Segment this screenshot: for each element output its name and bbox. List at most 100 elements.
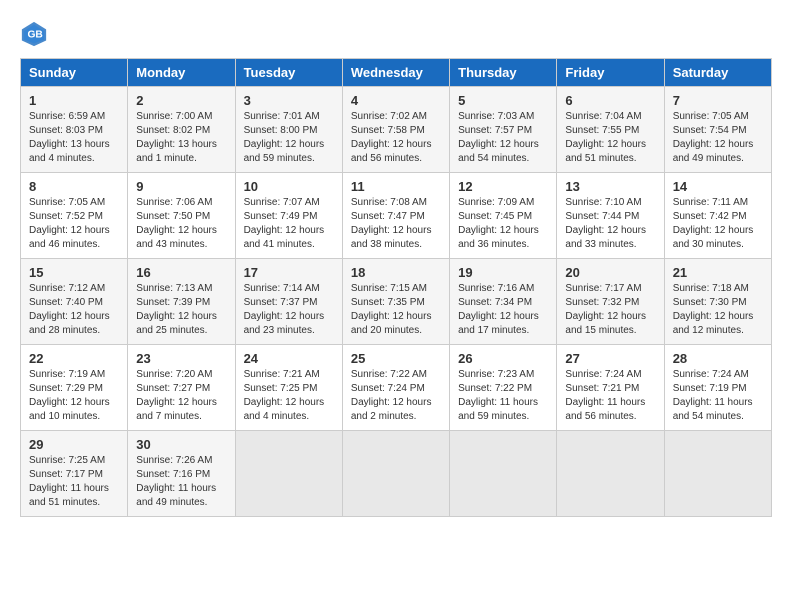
- day-number: 18: [351, 265, 441, 280]
- calendar-cell: 3 Sunrise: 7:01 AM Sunset: 8:00 PM Dayli…: [235, 87, 342, 173]
- day-number: 2: [136, 93, 226, 108]
- calendar-cell: [235, 431, 342, 517]
- column-header-thursday: Thursday: [450, 59, 557, 87]
- day-number: 24: [244, 351, 334, 366]
- calendar-cell: [342, 431, 449, 517]
- day-info: Sunrise: 7:15 AM Sunset: 7:35 PM Dayligh…: [351, 282, 441, 338]
- day-info: Sunrise: 7:26 AM Sunset: 7:16 PM Dayligh…: [136, 454, 226, 510]
- day-number: 16: [136, 265, 226, 280]
- calendar-cell: 30 Sunrise: 7:26 AM Sunset: 7:16 PM Dayl…: [128, 431, 235, 517]
- calendar-header-row: SundayMondayTuesdayWednesdayThursdayFrid…: [21, 59, 772, 87]
- day-info: Sunrise: 7:07 AM Sunset: 7:49 PM Dayligh…: [244, 196, 334, 252]
- calendar-cell: 25 Sunrise: 7:22 AM Sunset: 7:24 PM Dayl…: [342, 345, 449, 431]
- day-info: Sunrise: 7:04 AM Sunset: 7:55 PM Dayligh…: [565, 110, 655, 166]
- column-header-wednesday: Wednesday: [342, 59, 449, 87]
- day-number: 17: [244, 265, 334, 280]
- day-info: Sunrise: 7:18 AM Sunset: 7:30 PM Dayligh…: [673, 282, 763, 338]
- day-number: 25: [351, 351, 441, 366]
- calendar-cell: 21 Sunrise: 7:18 AM Sunset: 7:30 PM Dayl…: [664, 259, 771, 345]
- day-info: Sunrise: 7:14 AM Sunset: 7:37 PM Dayligh…: [244, 282, 334, 338]
- calendar-cell: 14 Sunrise: 7:11 AM Sunset: 7:42 PM Dayl…: [664, 173, 771, 259]
- day-number: 9: [136, 179, 226, 194]
- column-header-saturday: Saturday: [664, 59, 771, 87]
- day-info: Sunrise: 7:00 AM Sunset: 8:02 PM Dayligh…: [136, 110, 226, 166]
- day-info: Sunrise: 6:59 AM Sunset: 8:03 PM Dayligh…: [29, 110, 119, 166]
- calendar-cell: 1 Sunrise: 6:59 AM Sunset: 8:03 PM Dayli…: [21, 87, 128, 173]
- svg-text:GB: GB: [27, 30, 42, 41]
- day-info: Sunrise: 7:24 AM Sunset: 7:19 PM Dayligh…: [673, 368, 763, 424]
- day-number: 4: [351, 93, 441, 108]
- calendar-cell: 12 Sunrise: 7:09 AM Sunset: 7:45 PM Dayl…: [450, 173, 557, 259]
- day-number: 7: [673, 93, 763, 108]
- day-info: Sunrise: 7:12 AM Sunset: 7:40 PM Dayligh…: [29, 282, 119, 338]
- calendar-cell: 17 Sunrise: 7:14 AM Sunset: 7:37 PM Dayl…: [235, 259, 342, 345]
- day-info: Sunrise: 7:09 AM Sunset: 7:45 PM Dayligh…: [458, 196, 548, 252]
- day-number: 6: [565, 93, 655, 108]
- day-number: 14: [673, 179, 763, 194]
- calendar-cell: 29 Sunrise: 7:25 AM Sunset: 7:17 PM Dayl…: [21, 431, 128, 517]
- day-info: Sunrise: 7:21 AM Sunset: 7:25 PM Dayligh…: [244, 368, 334, 424]
- page-header: GB: [20, 20, 772, 48]
- day-number: 21: [673, 265, 763, 280]
- column-header-friday: Friday: [557, 59, 664, 87]
- day-info: Sunrise: 7:05 AM Sunset: 7:52 PM Dayligh…: [29, 196, 119, 252]
- day-info: Sunrise: 7:03 AM Sunset: 7:57 PM Dayligh…: [458, 110, 548, 166]
- calendar-cell: 11 Sunrise: 7:08 AM Sunset: 7:47 PM Dayl…: [342, 173, 449, 259]
- calendar-cell: 15 Sunrise: 7:12 AM Sunset: 7:40 PM Dayl…: [21, 259, 128, 345]
- calendar-cell: 7 Sunrise: 7:05 AM Sunset: 7:54 PM Dayli…: [664, 87, 771, 173]
- calendar-cell: 16 Sunrise: 7:13 AM Sunset: 7:39 PM Dayl…: [128, 259, 235, 345]
- calendar-week-row: 15 Sunrise: 7:12 AM Sunset: 7:40 PM Dayl…: [21, 259, 772, 345]
- calendar-cell: 6 Sunrise: 7:04 AM Sunset: 7:55 PM Dayli…: [557, 87, 664, 173]
- calendar-cell: 8 Sunrise: 7:05 AM Sunset: 7:52 PM Dayli…: [21, 173, 128, 259]
- day-info: Sunrise: 7:05 AM Sunset: 7:54 PM Dayligh…: [673, 110, 763, 166]
- day-number: 29: [29, 437, 119, 452]
- calendar-week-row: 8 Sunrise: 7:05 AM Sunset: 7:52 PM Dayli…: [21, 173, 772, 259]
- calendar-cell: 10 Sunrise: 7:07 AM Sunset: 7:49 PM Dayl…: [235, 173, 342, 259]
- day-number: 30: [136, 437, 226, 452]
- day-number: 28: [673, 351, 763, 366]
- calendar-cell: 18 Sunrise: 7:15 AM Sunset: 7:35 PM Dayl…: [342, 259, 449, 345]
- calendar-week-row: 22 Sunrise: 7:19 AM Sunset: 7:29 PM Dayl…: [21, 345, 772, 431]
- day-number: 13: [565, 179, 655, 194]
- day-number: 5: [458, 93, 548, 108]
- column-header-sunday: Sunday: [21, 59, 128, 87]
- calendar-cell: 2 Sunrise: 7:00 AM Sunset: 8:02 PM Dayli…: [128, 87, 235, 173]
- day-info: Sunrise: 7:01 AM Sunset: 8:00 PM Dayligh…: [244, 110, 334, 166]
- day-info: Sunrise: 7:10 AM Sunset: 7:44 PM Dayligh…: [565, 196, 655, 252]
- calendar-cell: [664, 431, 771, 517]
- calendar-cell: 20 Sunrise: 7:17 AM Sunset: 7:32 PM Dayl…: [557, 259, 664, 345]
- day-info: Sunrise: 7:13 AM Sunset: 7:39 PM Dayligh…: [136, 282, 226, 338]
- day-number: 11: [351, 179, 441, 194]
- day-number: 20: [565, 265, 655, 280]
- day-info: Sunrise: 7:16 AM Sunset: 7:34 PM Dayligh…: [458, 282, 548, 338]
- day-info: Sunrise: 7:08 AM Sunset: 7:47 PM Dayligh…: [351, 196, 441, 252]
- day-number: 26: [458, 351, 548, 366]
- calendar-cell: [557, 431, 664, 517]
- day-info: Sunrise: 7:23 AM Sunset: 7:22 PM Dayligh…: [458, 368, 548, 424]
- day-number: 10: [244, 179, 334, 194]
- day-number: 27: [565, 351, 655, 366]
- day-info: Sunrise: 7:25 AM Sunset: 7:17 PM Dayligh…: [29, 454, 119, 510]
- calendar-cell: 28 Sunrise: 7:24 AM Sunset: 7:19 PM Dayl…: [664, 345, 771, 431]
- day-info: Sunrise: 7:19 AM Sunset: 7:29 PM Dayligh…: [29, 368, 119, 424]
- calendar-cell: 24 Sunrise: 7:21 AM Sunset: 7:25 PM Dayl…: [235, 345, 342, 431]
- day-number: 23: [136, 351, 226, 366]
- day-info: Sunrise: 7:06 AM Sunset: 7:50 PM Dayligh…: [136, 196, 226, 252]
- calendar-cell: 26 Sunrise: 7:23 AM Sunset: 7:22 PM Dayl…: [450, 345, 557, 431]
- day-info: Sunrise: 7:20 AM Sunset: 7:27 PM Dayligh…: [136, 368, 226, 424]
- day-number: 8: [29, 179, 119, 194]
- column-header-monday: Monday: [128, 59, 235, 87]
- day-info: Sunrise: 7:22 AM Sunset: 7:24 PM Dayligh…: [351, 368, 441, 424]
- day-number: 15: [29, 265, 119, 280]
- day-number: 12: [458, 179, 548, 194]
- calendar-cell: 4 Sunrise: 7:02 AM Sunset: 7:58 PM Dayli…: [342, 87, 449, 173]
- logo-icon: GB: [20, 20, 48, 48]
- calendar-week-row: 29 Sunrise: 7:25 AM Sunset: 7:17 PM Dayl…: [21, 431, 772, 517]
- calendar-table: SundayMondayTuesdayWednesdayThursdayFrid…: [20, 58, 772, 517]
- calendar-cell: 22 Sunrise: 7:19 AM Sunset: 7:29 PM Dayl…: [21, 345, 128, 431]
- calendar-cell: 13 Sunrise: 7:10 AM Sunset: 7:44 PM Dayl…: [557, 173, 664, 259]
- day-number: 22: [29, 351, 119, 366]
- day-info: Sunrise: 7:24 AM Sunset: 7:21 PM Dayligh…: [565, 368, 655, 424]
- day-number: 19: [458, 265, 548, 280]
- calendar-cell: 5 Sunrise: 7:03 AM Sunset: 7:57 PM Dayli…: [450, 87, 557, 173]
